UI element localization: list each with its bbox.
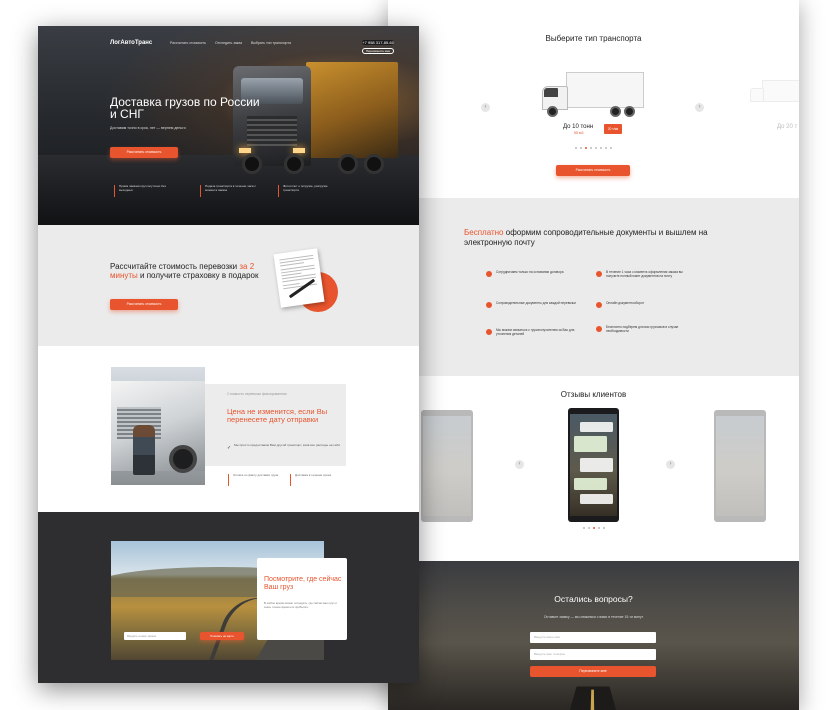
landing-page-right: Выберите тип транспорта ‹ › До 10 тонн 5…	[388, 0, 799, 710]
order-number-input[interactable]: Введите номер заказа	[124, 632, 186, 640]
documents-title-highlight: Бесплатно	[464, 228, 504, 237]
hero-feature: Прием заказов круглосуточно без выходных	[114, 184, 176, 197]
hero-section: ЛогАвтоТранс Рассчитать стоимость Отслед…	[38, 26, 419, 225]
documents-item: В течение 1 часа с момента оформления за…	[596, 270, 696, 278]
questions-subtitle: Оставьте заявку — мы свяжемся с вами в т…	[543, 615, 644, 619]
questions-section: Остались вопросы? Оставьте заявку — мы с…	[388, 561, 799, 710]
tracking-text: В любое время можно отследить, где сейча…	[264, 601, 337, 609]
transport-section: Выберите тип транспорта ‹ › До 10 тонн 5…	[388, 0, 799, 198]
calculate-button[interactable]: Рассчитать стоимость	[110, 299, 178, 310]
next-arrow-button[interactable]: ›	[695, 103, 704, 112]
top-nav: ЛогАвтоТранс Рассчитать стоимость Отслед…	[110, 40, 399, 54]
phone-input[interactable]: Введите ваш телефон	[530, 649, 656, 660]
reviews-carousel-dots[interactable]	[388, 527, 799, 529]
reviews-section: Отзывы клиентов ‹ ›	[388, 376, 799, 561]
truck-trailer-image	[306, 62, 398, 158]
documents-item: Сопроводительные документы для каждой пе…	[486, 301, 576, 309]
hero-feature: Фотоотчет о погрузке, разгрузке транспор…	[278, 184, 340, 197]
price-card	[204, 384, 346, 466]
callback-button[interactable]: Перезвоните мне	[362, 48, 394, 54]
logo[interactable]: ЛогАвтоТранс	[110, 40, 152, 46]
documents-item: Онлайн документооборот	[596, 301, 696, 309]
documents-item: Бесплатно подберем для вас грузчиков в с…	[596, 325, 696, 333]
calculate-title-part: и получите страховку в подарок	[137, 270, 259, 280]
nav-link-track[interactable]: Отследить заказ	[215, 41, 242, 45]
tracking-title: Посмотрите, где сейчас Ваш груз	[264, 576, 342, 591]
calculate-title: Рассчитайте стоимость перевозки за 2 мин…	[110, 262, 270, 280]
capacity-label: До 10 тонн	[563, 124, 594, 130]
price-small-label: Стоимость перевозки фиксированная	[227, 392, 287, 396]
transport-title: Выберите тип транспорта	[545, 34, 642, 43]
callback-submit-button[interactable]: Перезвоните мне	[530, 666, 656, 677]
truck-image-next	[748, 80, 799, 110]
tracking-card	[257, 558, 347, 640]
documents-item: Сотрудничаем только на основании договор…	[486, 270, 576, 278]
hero-title: Доставка грузов по России и СНГ	[110, 95, 260, 121]
landing-page-left: ЛогАвтоТранс Рассчитать стоимость Отслед…	[38, 26, 419, 683]
documents-item: Мы можем связаться с грузополучателем за…	[486, 328, 576, 336]
review-screenshot-next	[714, 410, 766, 522]
nav-link-transport[interactable]: Выбрать тип транспорта	[251, 41, 291, 45]
name-input[interactable]: Введите ваше имя	[530, 632, 656, 643]
review-screenshot-prev	[421, 410, 473, 522]
reviews-prev-arrow-button[interactable]: ‹	[515, 460, 524, 469]
transport-calc-button[interactable]: Рассчитать стоимость	[556, 165, 630, 176]
reviews-title: Отзывы клиентов	[560, 390, 627, 399]
review-screenshot[interactable]	[568, 408, 619, 522]
hero-calc-button[interactable]: Рассчитать стоимость	[110, 147, 178, 158]
check-icon: ✓	[227, 445, 232, 451]
driver-photo	[111, 367, 205, 485]
documents-title: Бесплатно оформим сопроводительные докум…	[464, 228, 724, 248]
transport-carousel-dots[interactable]	[388, 147, 799, 149]
price-note: Мы просто предоставим Вам другой транспо…	[234, 443, 340, 447]
calculate-section: Рассчитайте стоимость перевозки за 2 мин…	[38, 225, 419, 346]
prev-arrow-button[interactable]: ‹	[481, 103, 490, 112]
volume-label: 55 м3	[574, 131, 584, 135]
price-title: Цена не изменится, если Вы перенесете да…	[227, 407, 328, 424]
capacity-label-next: До 20 т	[777, 124, 798, 130]
truck-image	[538, 72, 644, 118]
phone-number[interactable]: +7 958 317-85-60	[362, 40, 394, 45]
price-feature: Доставка в течение срока	[290, 473, 346, 486]
questions-title: Остались вопросы?	[554, 594, 633, 604]
show-on-map-button[interactable]: Показать на карте	[200, 632, 244, 640]
price-badge: 20 т/км	[604, 124, 622, 134]
tracking-section: Введите номер заказа Показать на карте П…	[38, 512, 419, 683]
road-image	[567, 686, 619, 710]
hero-feature: Подача транспорта в течение часа с момен…	[200, 184, 262, 197]
reviews-next-arrow-button[interactable]: ›	[666, 460, 675, 469]
document-icon	[273, 248, 325, 308]
fixed-price-section: Стоимость перевозки фиксированная Цена н…	[38, 346, 419, 512]
documents-section: Бесплатно оформим сопроводительные докум…	[388, 198, 799, 376]
hero-subtitle: Доставим точно в срок, нет — вернем день…	[110, 126, 186, 130]
nav-link-calc[interactable]: Рассчитать стоимость	[170, 41, 206, 45]
price-feature: Оплата по факту доставки груза	[228, 473, 284, 486]
